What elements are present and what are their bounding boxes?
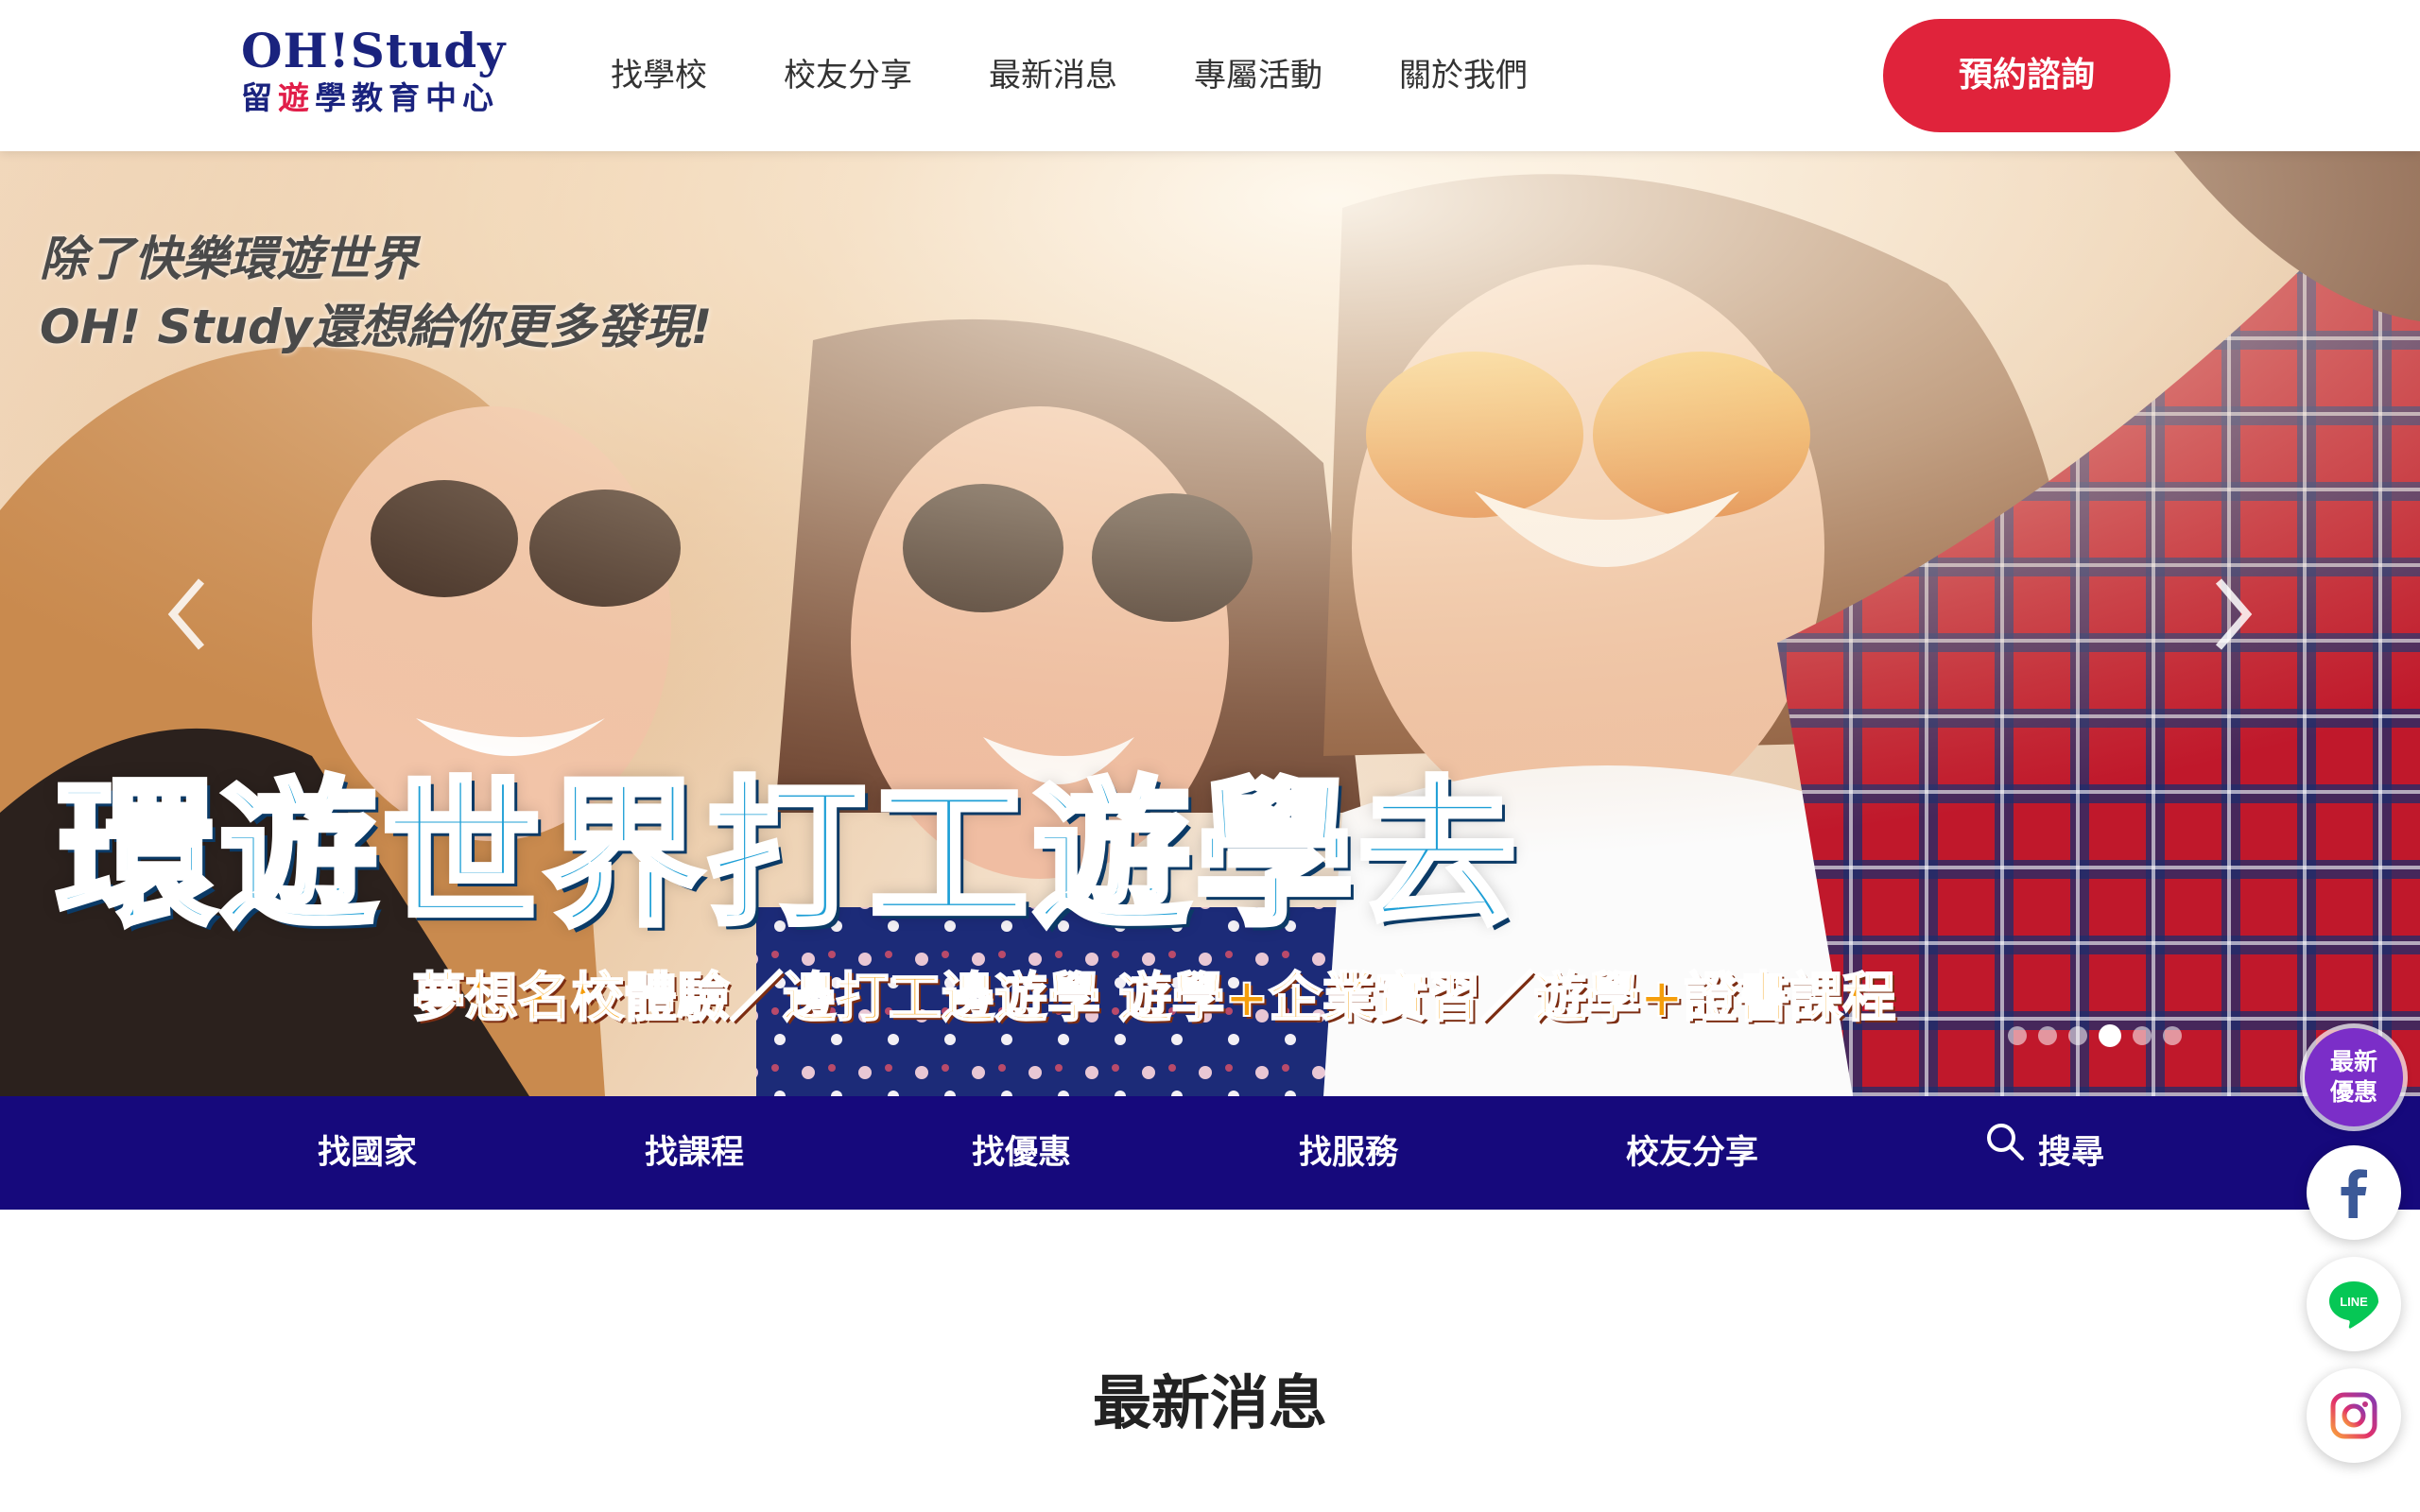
- facebook-button[interactable]: [2307, 1145, 2401, 1240]
- logo-subtitle-highlight: 遊: [278, 79, 315, 116]
- hero-carousel: 除了快樂環遊世界 OH! Study還想給你更多發現! 環遊世界打工遊學去 夢想…: [0, 151, 2420, 1096]
- promo-label: 最新: [2329, 1048, 2377, 1075]
- chevron-right-icon: [2215, 578, 2253, 650]
- quick-find-bar: 找國家 找課程 找優惠 找服務 校友分享 搜尋: [0, 1096, 2420, 1210]
- line-icon-text: LINE: [2340, 1295, 2368, 1309]
- alumni-share-link[interactable]: 校友分享: [1626, 1096, 1758, 1210]
- line-button[interactable]: LINE: [2307, 1257, 2401, 1351]
- logo-subtitle-part: 留: [241, 79, 278, 116]
- carousel-dot[interactable]: [2133, 1026, 2152, 1045]
- carousel-dot[interactable]: [2008, 1026, 2027, 1045]
- search-button[interactable]: 搜尋: [1985, 1096, 2104, 1210]
- nav-alumni-share[interactable]: 校友分享: [784, 47, 912, 104]
- logo-subtitle-part: 學教育中心: [315, 79, 499, 116]
- find-service-link[interactable]: 找服務: [1299, 1096, 1398, 1210]
- carousel-indicators: [2008, 1024, 2193, 1047]
- line-icon: LINE: [2329, 1281, 2379, 1329]
- find-course-link[interactable]: 找課程: [645, 1096, 744, 1210]
- facebook-icon: [2341, 1169, 2367, 1218]
- chevron-left-icon: [167, 578, 205, 650]
- latest-deals-badge[interactable]: 最新 優惠: [2305, 1028, 2403, 1126]
- carousel-prev-button[interactable]: [159, 567, 216, 662]
- hero-tagline-line: 除了快樂環遊世界: [40, 232, 418, 286]
- logo-wordmark: OH!Study: [241, 23, 507, 78]
- instagram-icon: [2330, 1392, 2377, 1439]
- carousel-dot[interactable]: [2038, 1026, 2057, 1045]
- search-icon: [1985, 1094, 2025, 1208]
- carousel-dot-active[interactable]: [2099, 1024, 2121, 1047]
- main-nav: 找學校 校友分享 最新消息 專屬活動 關於我們: [611, 47, 1604, 104]
- promo-label: 優惠: [2329, 1078, 2377, 1106]
- carousel-next-button[interactable]: [2204, 567, 2261, 662]
- nav-latest-news[interactable]: 最新消息: [989, 47, 1117, 104]
- find-country-link[interactable]: 找國家: [318, 1096, 417, 1210]
- logo-subtitle: 留遊學教育中心: [241, 79, 515, 117]
- instagram-button[interactable]: [2307, 1368, 2401, 1463]
- hero-tagline: 除了快樂環遊世界 OH! Study還想給你更多發現!: [40, 225, 712, 361]
- site-header: OH!Study 留遊學教育中心 找學校 校友分享 最新消息 專屬活動 關於我們…: [0, 0, 2420, 151]
- search-label: 搜尋: [2038, 1134, 2105, 1172]
- nav-find-school[interactable]: 找學校: [611, 47, 707, 104]
- hero-tagline-line: OH! Study還想給你更多發現!: [40, 300, 713, 354]
- nav-exclusive-events[interactable]: 專屬活動: [1194, 47, 1322, 104]
- site-logo[interactable]: OH!Study 留遊學教育中心: [241, 23, 515, 117]
- hero-title: 環遊世界打工遊學去: [54, 763, 1520, 948]
- find-deals-link[interactable]: 找優惠: [972, 1096, 1071, 1210]
- hero-subtitle: 夢想名校體驗／邊打工邊遊學 遊學+企業實習／遊學+證書課程: [411, 967, 1896, 1030]
- carousel-dot[interactable]: [2163, 1026, 2182, 1045]
- nav-about-us[interactable]: 關於我們: [1399, 47, 1528, 104]
- latest-news-heading: 最新消息: [1092, 1368, 1327, 1437]
- carousel-dot[interactable]: [2068, 1026, 2087, 1045]
- book-consultation-button[interactable]: 預約諮詢: [1883, 19, 2170, 132]
